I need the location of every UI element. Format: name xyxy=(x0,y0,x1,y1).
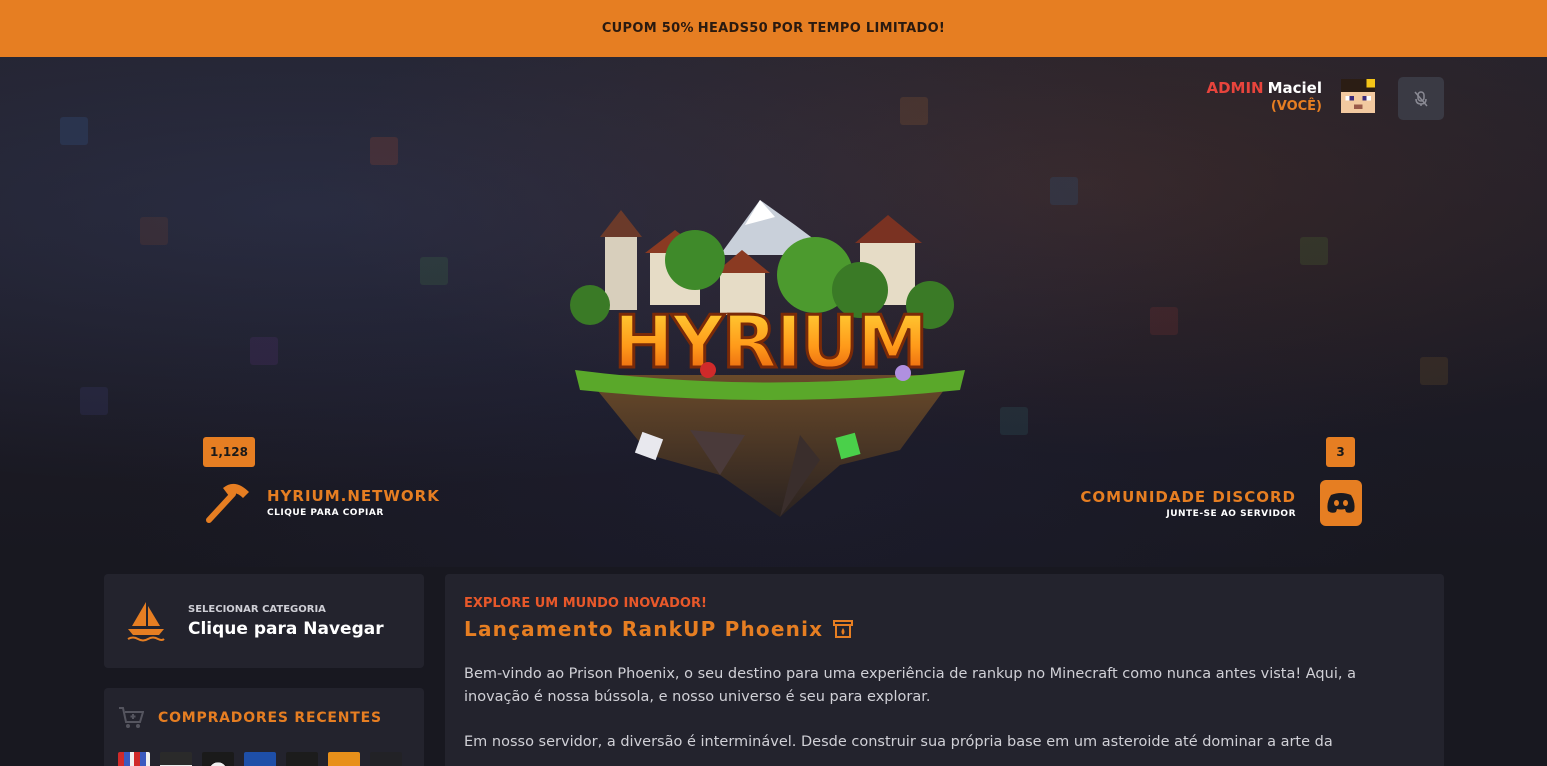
discord-count-badge: 3 xyxy=(1326,437,1355,467)
copy-hint: CLIQUE PARA COPIAR xyxy=(267,507,384,518)
buyer-head[interactable] xyxy=(244,752,276,766)
article-title: Lançamento RankUP Phoenix xyxy=(464,617,824,641)
user-avatar[interactable] xyxy=(1341,79,1375,113)
promo-code: HEADS50 xyxy=(697,21,768,36)
user-info: ADMIN Maciel (VOCÊ) xyxy=(1206,79,1322,114)
server-address-copy[interactable]: HYRIUM.NETWORK CLIQUE PARA COPIAR xyxy=(205,480,440,524)
promo-suffix: POR TEMPO LIMITADO! xyxy=(771,21,946,36)
server-address: HYRIUM.NETWORK xyxy=(267,486,440,505)
mute-button[interactable] xyxy=(1398,77,1444,120)
category-selector[interactable]: SELECIONAR CATEGORIA Clique para Navegar xyxy=(104,574,424,668)
players-online-badge: 1,128 xyxy=(203,437,255,467)
buyer-head[interactable] xyxy=(370,752,402,766)
recent-buyers: COMPRADORES RECENTES xyxy=(104,688,424,766)
cart-icon xyxy=(119,707,144,728)
discord-icon xyxy=(1320,480,1362,526)
user-role: ADMIN xyxy=(1206,79,1264,97)
promo-prefix: CUPOM 50% xyxy=(601,21,694,36)
category-title: Clique para Navegar xyxy=(188,618,384,639)
mic-off-icon xyxy=(1414,90,1428,106)
hyrium-logo: HYRIUM xyxy=(570,200,965,517)
user-you-label: (VOCÊ) xyxy=(1270,99,1322,114)
discord-link[interactable]: COMUNIDADE DISCORD JUNTE-SE AO SERVIDOR xyxy=(1080,480,1362,526)
fireplace-icon xyxy=(833,620,854,638)
article-paragraph: Bem-vindo ao Prison Phoenix, o seu desti… xyxy=(464,666,1356,705)
buyer-head[interactable] xyxy=(160,752,192,766)
discord-title: COMUNIDADE DISCORD xyxy=(1080,487,1296,506)
article-kicker: EXPLORE UM MUNDO INOVADOR! xyxy=(464,596,707,611)
user-name: Maciel xyxy=(1267,79,1322,97)
buyer-head[interactable] xyxy=(118,752,150,766)
promo-banner: CUPOM 50% HEADS50 POR TEMPO LIMITADO! xyxy=(0,0,1547,57)
news-article: EXPLORE UM MUNDO INOVADOR! Lançamento Ra… xyxy=(445,574,1444,766)
recent-buyers-title: COMPRADORES RECENTES xyxy=(158,710,382,726)
axe-icon xyxy=(206,483,249,523)
logo-text: HYRIUM xyxy=(614,300,927,384)
discord-hint: JUNTE-SE AO SERVIDOR xyxy=(1166,508,1296,519)
article-paragraph: Em nosso servidor, a diversão é intermin… xyxy=(464,734,1333,750)
buyers-list xyxy=(118,752,410,766)
sailboat-icon xyxy=(127,602,165,642)
buyer-head[interactable] xyxy=(202,752,234,766)
buyer-head[interactable] xyxy=(286,752,318,766)
buyer-head[interactable] xyxy=(328,752,360,766)
category-subtitle: SELECIONAR CATEGORIA xyxy=(188,603,326,615)
